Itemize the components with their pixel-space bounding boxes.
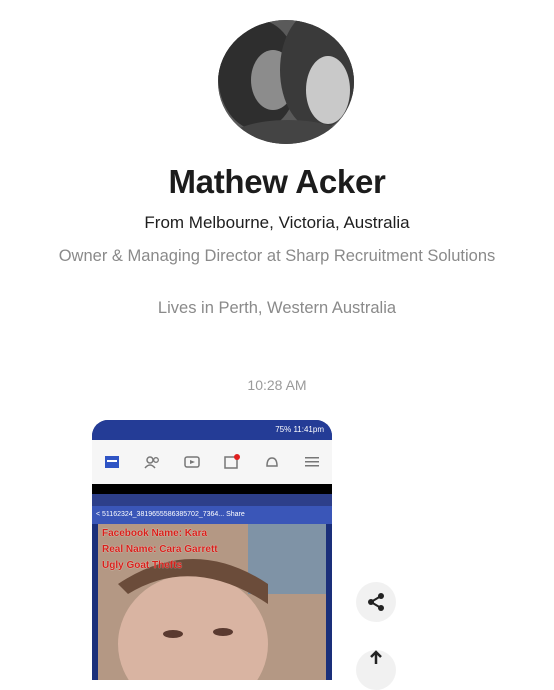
overlay-line-3: Ugly Goat Thefts: [102, 560, 183, 571]
attachment-status-bar: 75% 11:41pm: [92, 420, 332, 440]
attachment-inner-status-bar: [92, 494, 332, 506]
attachment-video-frame: Facebook Name: Kara Real Name: Cara Garr…: [98, 524, 326, 680]
profile-from: From Melbourne, Victoria, Australia: [144, 213, 410, 232]
attachment-fb-tabbar: [92, 440, 332, 484]
overlay-line-1: Facebook Name: Kara: [102, 528, 208, 539]
profile-avatar[interactable]: [218, 20, 354, 144]
share-icon: [368, 593, 384, 611]
message-timestamp: 10:28 AM: [247, 377, 307, 393]
marketplace-icon: [223, 454, 241, 470]
profile-lives: Lives in Perth, Western Australia: [157, 299, 397, 317]
attachment-video-header: < 51162324_3819655586385702_7364... Shar…: [92, 506, 332, 524]
home-icon: [103, 454, 121, 470]
attachment-divider: [92, 484, 332, 494]
notifications-icon: [263, 454, 281, 470]
profile-name: Mathew Acker: [168, 163, 386, 200]
secondary-action-button[interactable]: [356, 650, 396, 690]
upload-icon: [370, 650, 382, 664]
friends-icon: [143, 454, 161, 470]
message-image-attachment[interactable]: 75% 11:41pm < 51162324_3819655586385702_…: [92, 420, 332, 680]
overlay-line-2: Real Name: Cara Garrett: [102, 544, 218, 555]
watch-icon: [183, 454, 201, 470]
profile-work: Owner & Managing Director at Sharp Recru…: [58, 247, 496, 265]
share-button[interactable]: [356, 582, 396, 622]
avatar-photo: [218, 20, 354, 144]
menu-icon: [303, 454, 321, 470]
